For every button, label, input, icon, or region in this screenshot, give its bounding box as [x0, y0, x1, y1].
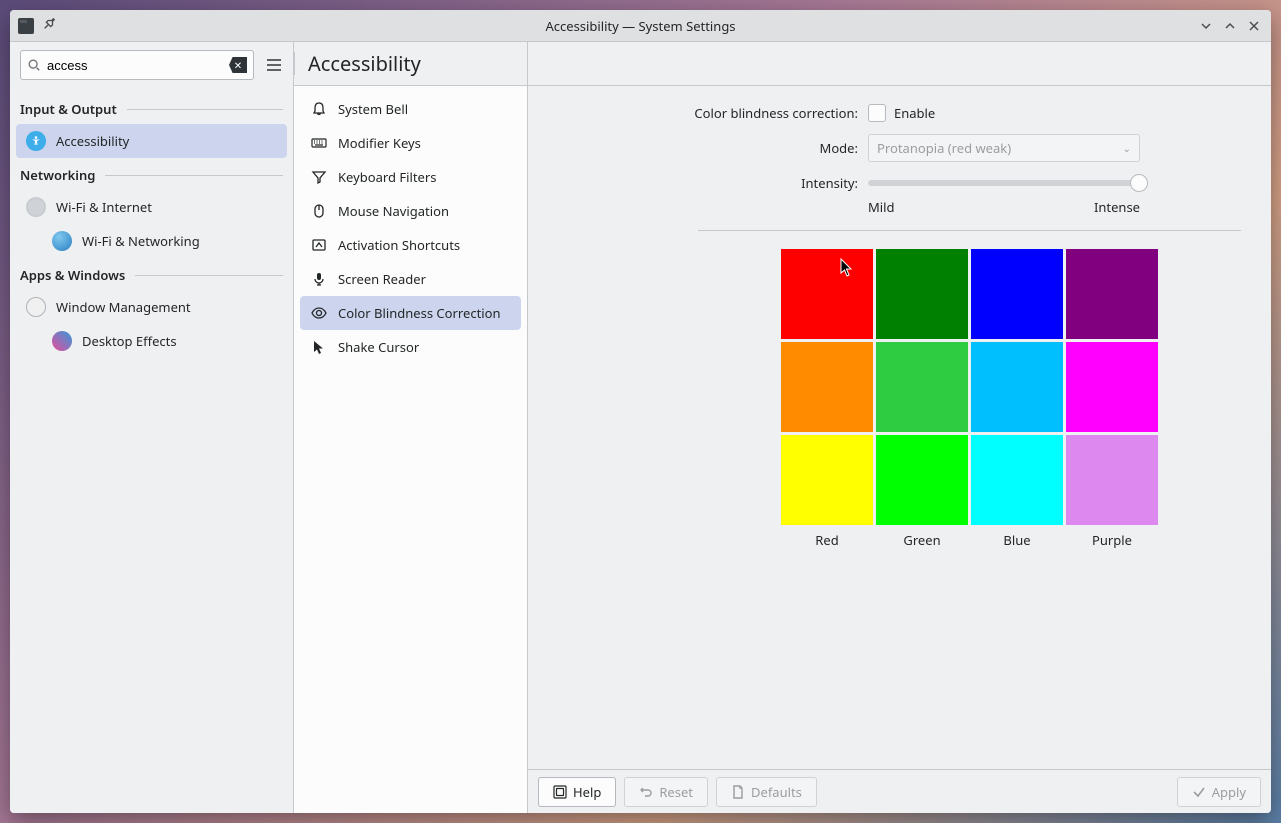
globe-icon [52, 231, 72, 251]
left-sidebar: ✕ Input & Output Accessibility Networking W… [10, 42, 294, 813]
search-box[interactable]: ✕ [20, 50, 254, 80]
tab-modifier-keys[interactable]: Modifier Keys [300, 126, 521, 160]
defaults-button[interactable]: Defaults [716, 777, 817, 807]
undo-icon [639, 785, 653, 799]
color-swatch [781, 435, 873, 525]
mode-value: Protanopia (red weak) [877, 139, 1011, 157]
color-swatch [781, 342, 873, 432]
sidebar-item-label: Wi-Fi & Internet [56, 198, 152, 216]
chevron-down-icon: ⌄ [1123, 141, 1131, 155]
app-icon [18, 18, 34, 34]
eye-icon [310, 304, 328, 322]
slider-thumb[interactable] [1130, 174, 1148, 192]
bell-icon [310, 100, 328, 118]
sidebar-item-label: Accessibility [56, 132, 129, 150]
mode-select[interactable]: Protanopia (red weak) ⌄ [868, 134, 1140, 162]
tab-activation-shortcuts[interactable]: Activation Shortcuts [300, 228, 521, 262]
page-title: Accessibility [294, 42, 527, 86]
color-preview-grid [781, 249, 1158, 525]
divider [698, 230, 1241, 231]
enable-checkbox[interactable] [868, 104, 886, 122]
sidebar-item-wi-fi-networking[interactable]: Wi-Fi & Networking [16, 224, 287, 258]
color-label: Red [781, 531, 873, 549]
apply-button[interactable]: Apply [1177, 777, 1261, 807]
tab-mouse-navigation[interactable]: Mouse Navigation [300, 194, 521, 228]
sidebar-item-window-management[interactable]: Window Management [16, 290, 287, 324]
color-swatch [971, 435, 1063, 525]
sidebar-item-label: Wi-Fi & Networking [82, 232, 200, 250]
help-button[interactable]: Help [538, 777, 616, 807]
tab-label: Keyboard Filters [338, 168, 436, 186]
effects-icon [52, 331, 72, 351]
mouse-icon [310, 202, 328, 220]
color-swatch [781, 249, 873, 339]
color-swatch [971, 249, 1063, 339]
sidebar-item-label: Desktop Effects [82, 332, 177, 350]
search-input[interactable] [41, 58, 229, 73]
color-swatch [876, 435, 968, 525]
mild-label: Mild [868, 198, 895, 216]
keyboard-icon [310, 134, 328, 152]
tab-system-bell[interactable]: System Bell [300, 92, 521, 126]
category-header: Input & Output [20, 100, 283, 118]
tab-label: Shake Cursor [338, 338, 419, 356]
sidebar-item-desktop-effects[interactable]: Desktop Effects [16, 324, 287, 358]
tab-label: Color Blindness Correction [338, 304, 501, 322]
titlebar: Accessibility — System Settings [10, 10, 1271, 42]
sidebar-item-accessibility[interactable]: Accessibility [16, 124, 287, 158]
correction-label: Color blindness correction: [558, 104, 868, 122]
tab-screen-reader[interactable]: Screen Reader [300, 262, 521, 296]
color-swatch [876, 342, 968, 432]
content-header [528, 42, 1271, 86]
footer: Help Reset Defaults Apply [528, 769, 1271, 813]
hamburger-menu-icon[interactable] [264, 53, 283, 77]
tab-label: Screen Reader [338, 270, 426, 288]
intensity-slider[interactable] [868, 180, 1140, 186]
color-label: Blue [971, 531, 1063, 549]
tab-label: Activation Shortcuts [338, 236, 460, 254]
mode-label: Mode: [558, 139, 868, 157]
color-swatch [1066, 342, 1158, 432]
window-icon [26, 297, 46, 317]
wifi-icon [26, 197, 46, 217]
intense-label: Intense [1094, 198, 1140, 216]
mic-icon [310, 270, 328, 288]
filter-icon [310, 168, 328, 186]
content-pane: Color blindness correction: Enable Mode:… [528, 42, 1271, 813]
clear-search-icon[interactable]: ✕ [229, 57, 247, 73]
intensity-label: Intensity: [558, 174, 868, 192]
enable-label: Enable [894, 104, 935, 122]
system-settings-window: Accessibility — System Settings ✕ Input … [10, 10, 1271, 813]
close-icon[interactable] [1245, 17, 1263, 35]
reset-button[interactable]: Reset [624, 777, 708, 807]
minimize-icon[interactable] [1197, 17, 1215, 35]
tab-label: Modifier Keys [338, 134, 421, 152]
shortcut-icon [310, 236, 328, 254]
help-icon [553, 785, 567, 799]
tab-label: System Bell [338, 100, 408, 118]
access-icon [26, 131, 46, 151]
color-label: Green [876, 531, 968, 549]
color-swatch [971, 342, 1063, 432]
category-header: Networking [20, 166, 283, 184]
cursor-icon [310, 338, 328, 356]
color-label: Purple [1066, 531, 1158, 549]
sidebar-item-label: Window Management [56, 298, 191, 316]
color-swatch [1066, 249, 1158, 339]
pin-icon[interactable] [42, 17, 56, 35]
document-icon [731, 785, 745, 799]
tab-label: Mouse Navigation [338, 202, 449, 220]
sidebar-item-wi-fi-internet[interactable]: Wi-Fi & Internet [16, 190, 287, 224]
tab-shake-cursor[interactable]: Shake Cursor [300, 330, 521, 364]
category-header: Apps & Windows [20, 266, 283, 284]
color-swatch [876, 249, 968, 339]
tab-keyboard-filters[interactable]: Keyboard Filters [300, 160, 521, 194]
window-title: Accessibility — System Settings [10, 17, 1271, 35]
maximize-icon[interactable] [1221, 17, 1239, 35]
subcategory-pane: Accessibility System Bell Modifier Keys Ke… [294, 42, 528, 813]
check-icon [1192, 785, 1206, 799]
color-swatch [1066, 435, 1158, 525]
tab-color-blindness-correction[interactable]: Color Blindness Correction [300, 296, 521, 330]
